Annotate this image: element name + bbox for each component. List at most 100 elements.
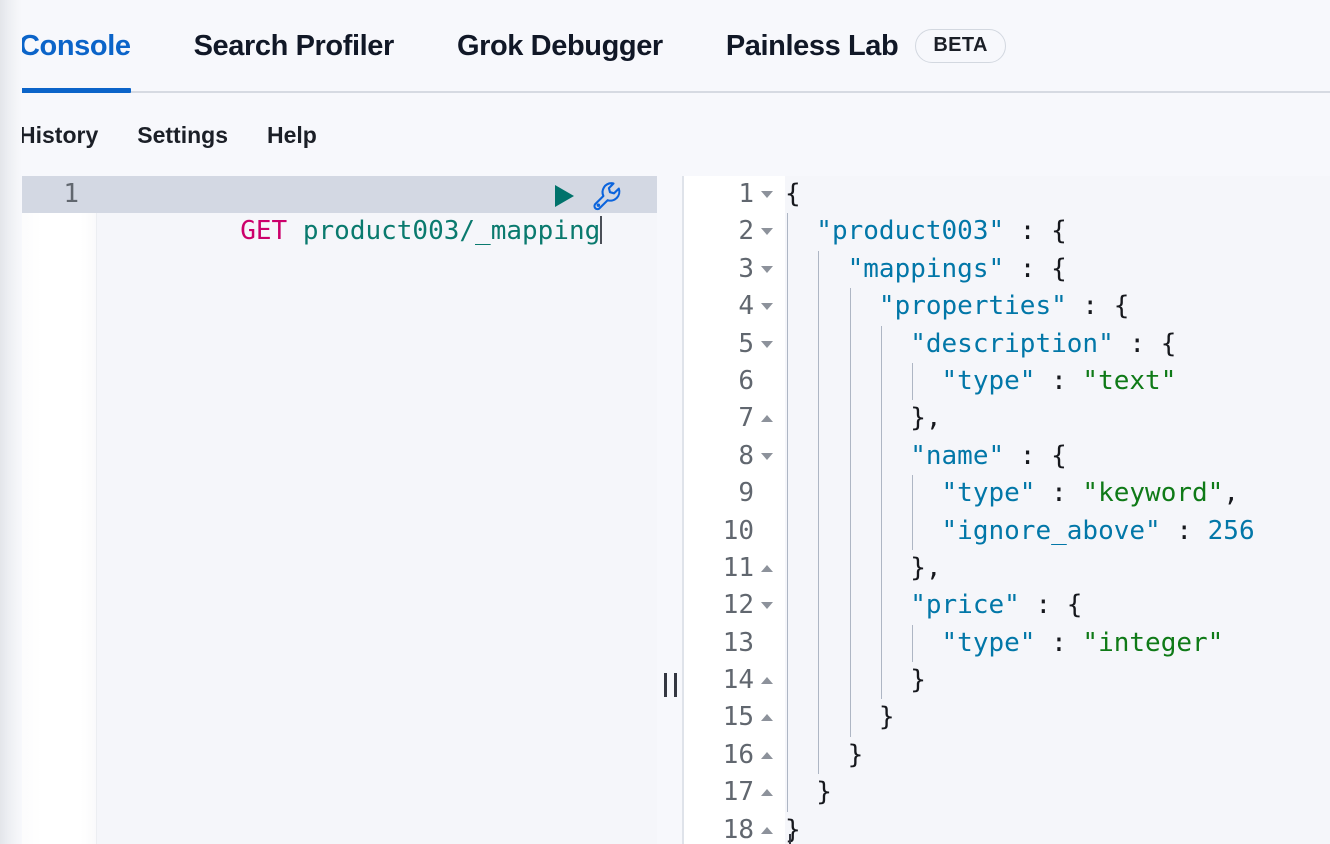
code-token: }, <box>785 552 942 583</box>
response-code-text: } <box>785 737 864 774</box>
response-code-text: "mappings" : { <box>785 251 1067 288</box>
fold-expand-chevron-up-icon[interactable] <box>761 714 773 722</box>
splitter-grip-icon[interactable] <box>664 673 677 697</box>
response-code-text: "product003" : { <box>785 213 1067 250</box>
response-line-number: 11 <box>722 552 754 583</box>
code-token: "mappings" <box>785 253 1005 284</box>
response-code-text: "type" : "integer" <box>785 625 1224 662</box>
response-line-number: 3 <box>738 253 754 284</box>
secondary-nav: History Settings Help <box>0 95 1330 175</box>
code-token: : { <box>1004 216 1067 247</box>
response-code-text: "type" : "keyword", <box>785 475 1239 512</box>
fold-expand-chevron-up-icon[interactable] <box>761 826 773 834</box>
response-code-text: { <box>785 176 801 213</box>
fold-collapse-chevron-down-icon[interactable] <box>761 602 773 610</box>
response-line-number: 2 <box>738 216 754 247</box>
subnav-item-help[interactable]: Help <box>267 122 317 149</box>
code-token: "name" <box>785 440 1005 471</box>
tab-grok-debugger[interactable]: Grok Debugger <box>457 0 663 93</box>
code-token: : { <box>1019 590 1083 621</box>
response-line: 2 "product003" : { <box>684 213 1330 251</box>
tab-label: Search Profiler <box>193 30 395 62</box>
fold-collapse-chevron-down-icon[interactable] <box>761 191 773 198</box>
response-line: 8 "name" : { <box>684 437 1330 476</box>
fold-expand-chevron-up-icon[interactable] <box>761 677 773 685</box>
response-code-text: "ignore_above" : 256 <box>785 513 1255 550</box>
beta-badge: BETA <box>915 28 1006 63</box>
response-line-number: 15 <box>722 702 754 733</box>
response-viewer-pane[interactable]: 1{2 "product003" : {3 "mappings" : {4 "p… <box>684 176 1330 844</box>
fold-collapse-chevron-down-icon[interactable] <box>761 228 773 236</box>
response-line: 9 "type" : "keyword", <box>684 475 1330 513</box>
fold-expand-chevron-up-icon[interactable] <box>761 751 773 759</box>
code-token: "description" <box>785 328 1114 359</box>
response-line-number: 1 <box>738 179 754 209</box>
response-line: 5 "description" : { <box>684 325 1330 363</box>
fold-expand-chevron-up-icon[interactable] <box>761 789 773 797</box>
code-token: : <box>1160 515 1208 546</box>
response-line: 10 "ignore_above" : 256 <box>684 512 1330 550</box>
request-path-token: product003/_mapping <box>287 216 601 246</box>
tab-search-profiler[interactable]: Search Profiler <box>193 0 395 93</box>
active-tab-indicator <box>19 88 131 93</box>
pane-splitter[interactable] <box>657 176 684 844</box>
send-request-play-icon[interactable] <box>551 182 577 210</box>
code-token: : { <box>1066 291 1130 322</box>
code-token: "type" <box>785 627 1036 658</box>
response-line: 18} <box>684 812 1330 844</box>
code-token: "properties" <box>785 291 1067 322</box>
response-code-text: "price" : { <box>785 587 1082 624</box>
tab-painless-lab[interactable]: Painless Lab BETA <box>726 0 1006 93</box>
code-token: } <box>785 739 864 770</box>
code-token: : { <box>1113 328 1177 359</box>
response-line-number: 10 <box>722 515 754 546</box>
response-code-text: "description" : { <box>785 326 1176 363</box>
response-code-text: }, <box>785 400 942 437</box>
fold-expand-chevron-up-icon[interactable] <box>761 564 773 572</box>
response-line-number: 7 <box>738 403 754 434</box>
tab-console[interactable]: Console <box>19 0 131 93</box>
response-line: 12 "price" : { <box>684 587 1330 625</box>
response-line-number: 18 <box>722 814 754 844</box>
response-line-number: 6 <box>738 365 754 396</box>
request-editor-pane[interactable]: 1 GET product003/_mapping <box>19 176 657 844</box>
fold-collapse-chevron-down-icon[interactable] <box>761 265 773 273</box>
response-line: 16 } <box>684 736 1330 775</box>
request-code-text[interactable]: GET product003/_mapping <box>115 176 603 287</box>
code-token: "ignore_above" <box>785 515 1161 546</box>
subnav-item-history[interactable]: History <box>19 122 98 149</box>
http-method-token: GET <box>240 216 288 246</box>
response-code-text: "properties" : { <box>785 288 1129 325</box>
grip-bar-left <box>664 673 667 697</box>
tab-label: Painless Lab <box>725 30 899 62</box>
code-token: "product003" <box>785 216 1005 247</box>
response-line-number: 17 <box>722 777 754 808</box>
code-token: : <box>1035 478 1083 509</box>
subnav-item-settings[interactable]: Settings <box>137 122 228 149</box>
response-line-number: 9 <box>738 478 754 509</box>
fold-collapse-chevron-down-icon[interactable] <box>761 340 773 348</box>
request-editor-line-1[interactable]: 1 GET product003/_mapping <box>19 176 657 246</box>
response-line-number: 8 <box>738 440 754 471</box>
fold-collapse-chevron-down-icon[interactable] <box>761 303 773 311</box>
response-code-text: } <box>785 812 801 844</box>
response-line: 17 } <box>684 774 1330 812</box>
response-line-number: 13 <box>722 627 754 658</box>
wrench-icon[interactable] <box>591 180 623 212</box>
fold-collapse-chevron-down-icon[interactable] <box>761 452 773 460</box>
response-line-number: 12 <box>722 590 754 621</box>
response-caret <box>789 834 791 844</box>
code-token: "type" <box>785 478 1036 509</box>
response-line: 13 "type" : "integer" <box>684 624 1330 663</box>
grip-bar-right <box>674 673 677 697</box>
response-line: 1{ <box>684 176 1330 213</box>
code-token: } <box>785 814 801 844</box>
fold-expand-chevron-up-icon[interactable] <box>761 415 773 423</box>
code-token: "text" <box>1082 365 1177 396</box>
code-token: }, <box>785 403 942 434</box>
tab-label: Console <box>19 30 131 62</box>
code-token: "price" <box>785 590 1020 621</box>
primary-tabbar: Console Search Profiler Grok Debugger Painl… <box>0 0 1330 93</box>
response-line: 4 "properties" : { <box>684 288 1330 326</box>
request-actions <box>551 179 623 213</box>
